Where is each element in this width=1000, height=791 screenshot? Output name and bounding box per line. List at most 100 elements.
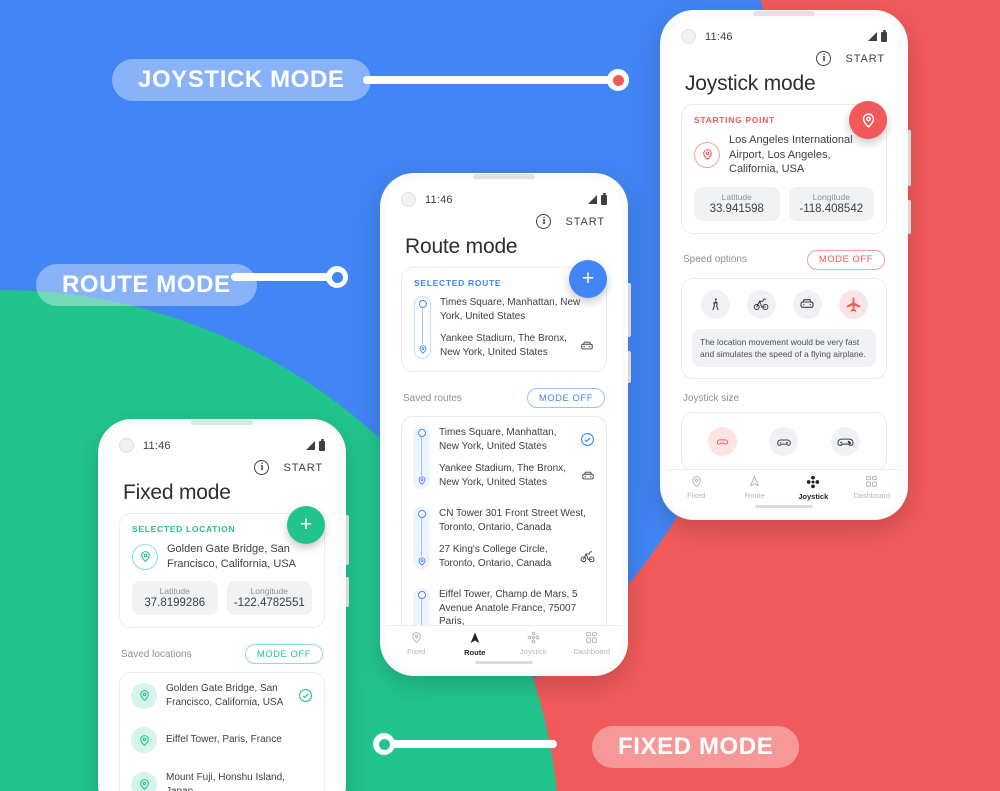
- latitude-label: Latitude: [159, 586, 190, 597]
- earpiece-notch: [191, 420, 253, 425]
- route-list-item[interactable]: CN Tower 301 Front Street West, Toronto,…: [402, 498, 606, 579]
- volume-button[interactable]: [346, 515, 349, 565]
- signal-icon: [588, 195, 597, 204]
- slider-route-mode[interactable]: [231, 266, 348, 288]
- add-route-fab[interactable]: +: [569, 260, 607, 298]
- power-button[interactable]: [346, 577, 349, 607]
- front-camera-icon: [681, 29, 696, 44]
- route-start-dot: [417, 591, 426, 599]
- label-joystick-mode: JOYSTICK MODE: [112, 59, 371, 101]
- route-destination: Yankee Stadium, The Bronx, New York, Uni…: [440, 333, 567, 358]
- speed-option-car[interactable]: [792, 289, 822, 319]
- crosshair-pin-icon: [862, 112, 874, 128]
- navigation-arrow-icon: [470, 632, 480, 643]
- nav-item-joystick[interactable]: Joystick: [784, 475, 843, 501]
- route-origin: Eiffel Tower, Champ de Mars, 5 Avenue An…: [439, 589, 578, 627]
- joystick-size-label: Joystick size: [683, 393, 740, 405]
- slider-knob[interactable]: [326, 266, 348, 288]
- speed-option-bicycle[interactable]: [746, 289, 776, 319]
- car-icon: [800, 299, 814, 308]
- dpad-icon: [807, 475, 820, 489]
- bicycle-icon: [580, 551, 595, 563]
- phone-fixed-mode: 11:46 i START Fixed mode + SELECTED LOCA…: [98, 419, 349, 791]
- nav-label: Fixed: [687, 491, 706, 500]
- volume-button[interactable]: [908, 130, 911, 186]
- joystick-size-large[interactable]: [830, 427, 860, 457]
- latitude-label: Latitude: [721, 191, 752, 202]
- poster-canvas: JOYSTICK MODE ROUTE MODE FIXED MODE 11:4…: [0, 0, 1000, 791]
- car-icon: [582, 471, 594, 479]
- home-indicator: [475, 661, 533, 664]
- start-button[interactable]: START: [845, 53, 885, 65]
- volume-button[interactable]: [628, 283, 631, 337]
- nav-label: Joystick: [519, 647, 547, 656]
- route-list-item[interactable]: Times Square, Manhattan, New York, Unite…: [402, 417, 606, 498]
- page-title: Joystick mode: [685, 72, 816, 95]
- mode-toggle-chip[interactable]: MODE OFF: [526, 388, 605, 408]
- gamepad-icon: [717, 439, 729, 445]
- list-item[interactable]: Golden Gate Bridge, San Francisco, Calif…: [120, 673, 324, 718]
- slider-joystick-mode[interactable]: [363, 69, 629, 91]
- page-title: Fixed mode: [123, 481, 231, 504]
- pin-ring: [131, 771, 157, 791]
- route-end-pin-icon: [418, 476, 425, 485]
- slider-fixed-mode[interactable]: [373, 733, 557, 755]
- list-item[interactable]: Eiffel Tower, Paris, France: [120, 718, 324, 762]
- joystick-size-medium[interactable]: [769, 427, 799, 457]
- route-start-dot: [417, 429, 426, 437]
- navigation-arrow-icon: [750, 476, 760, 487]
- gamepad-icon: [837, 438, 854, 447]
- mode-toggle-chip[interactable]: MODE OFF: [244, 644, 323, 665]
- grid-icon: [586, 632, 598, 643]
- mode-toggle-chip[interactable]: MODE OFF: [806, 249, 885, 270]
- pin-ring: [131, 682, 157, 709]
- power-button[interactable]: [628, 351, 631, 383]
- start-button[interactable]: START: [283, 462, 323, 474]
- nav-item-dashboard[interactable]: Dashboard: [843, 475, 902, 500]
- car-icon: [581, 341, 593, 349]
- location-pin-icon: [139, 734, 149, 746]
- info-icon[interactable]: i: [254, 460, 270, 475]
- status-bar: 11:46: [105, 426, 339, 456]
- nav-item-route[interactable]: Route: [726, 475, 785, 500]
- selected-location-text: Golden Gate Bridge, San Francisco, Calif…: [167, 543, 296, 570]
- front-camera-icon: [119, 438, 134, 453]
- longitude-value: -118.408542: [799, 202, 864, 215]
- saved-locations-list: Golden Gate Bridge, San Francisco, Calif…: [119, 672, 325, 791]
- slider-knob[interactable]: [373, 733, 395, 755]
- slider-track: [363, 76, 618, 84]
- longitude-label: Longitude: [812, 191, 850, 202]
- label-route-mode: ROUTE MODE: [36, 264, 257, 306]
- power-button[interactable]: [908, 200, 911, 234]
- route-rail: [413, 507, 430, 570]
- nav-label: Fixed: [407, 647, 426, 656]
- nav-item-fixed[interactable]: Fixed: [667, 475, 726, 500]
- saved-routes-label: Saved routes: [403, 392, 462, 404]
- speed-option-walk[interactable]: [700, 289, 730, 319]
- grid-icon: [866, 476, 878, 487]
- target-location-fab[interactable]: [849, 101, 887, 139]
- slider-knob[interactable]: [607, 69, 629, 91]
- list-item[interactable]: Mount Fuji, Honshu Island, Japan: [120, 762, 324, 791]
- info-icon[interactable]: i: [536, 214, 552, 229]
- info-icon[interactable]: i: [816, 51, 832, 66]
- add-location-fab[interactable]: +: [287, 506, 325, 544]
- gamepad-icon: [777, 439, 791, 446]
- joystick-size-card: [681, 412, 887, 472]
- route-end-pin-icon: [419, 345, 426, 354]
- nav-item-fixed[interactable]: Fixed: [387, 631, 446, 656]
- battery-icon: [881, 29, 887, 42]
- nav-item-joystick[interactable]: Joystick: [504, 631, 563, 656]
- route-origin: Times Square, Manhattan, New York, Unite…: [439, 427, 557, 452]
- speed-option-airplane[interactable]: [838, 289, 868, 319]
- location-text: Golden Gate Bridge, San Francisco, Calif…: [166, 683, 284, 708]
- route-origin: Times Square, Manhattan, New York, Unite…: [440, 297, 581, 322]
- nav-item-dashboard[interactable]: Dashboard: [563, 631, 622, 656]
- joystick-size-small[interactable]: [708, 427, 738, 457]
- battery-icon: [319, 438, 325, 451]
- route-destination: 27 King's College Circle, Toronto, Ontar…: [439, 544, 552, 569]
- signal-icon: [868, 32, 877, 41]
- nav-label: Route: [464, 648, 486, 657]
- nav-item-route[interactable]: Route: [446, 631, 505, 657]
- start-button[interactable]: START: [565, 216, 605, 228]
